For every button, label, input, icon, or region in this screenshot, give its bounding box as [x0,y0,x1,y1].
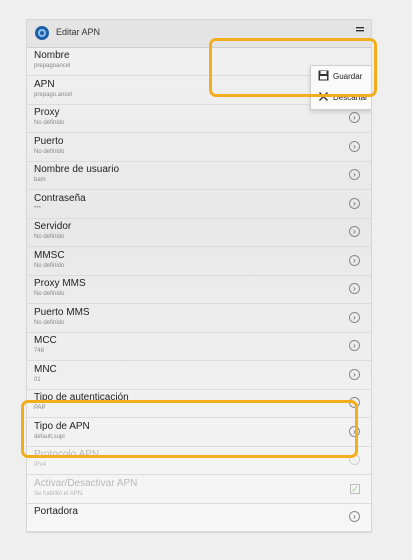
setting-row[interactable]: Puerto No definido › [27,133,371,162]
screen: Editar APN Nombre prepagoancel APN prepago.… [26,19,372,533]
setting-row[interactable]: MCC 748 › [27,332,371,361]
chevron-right-icon[interactable]: › [349,226,360,237]
setting-value: No definido [34,319,65,326]
page-title: Editar APN [56,27,101,37]
device-frame: Editar APN Nombre prepagoancel APN prepago.… [0,0,412,560]
menu-item-label: Guardar [333,72,363,81]
chevron-right-icon[interactable]: › [349,368,360,380]
setting-label: Puerto MMS [34,306,90,318]
overflow-menu: Guardar Descartar [310,65,371,110]
checkbox: ✓ [350,483,360,494]
setting-value: 01 [34,376,41,383]
setting-value: 748 [34,348,45,354]
setting-label: MMSC [34,249,65,261]
setting-value: No definido [34,262,65,269]
setting-label: Puerto [34,135,64,147]
setting-value: No definido [34,148,65,155]
chevron-right-icon[interactable]: › [349,311,360,323]
menu-icon[interactable] [353,25,367,39]
setting-label: MNC [34,363,57,375]
setting-label: Proxy MMS [34,278,86,289]
setting-row[interactable]: MMSC No definido › [27,247,371,276]
setting-row[interactable]: MNC 01 › [27,361,371,390]
action-bar: Editar APN [27,20,371,48]
setting-value: default,supl [34,433,65,440]
setting-label: APN [34,78,55,90]
setting-value: IPv4 [34,462,47,468]
setting-value: *** [34,205,42,212]
chevron-right-icon[interactable]: › [349,425,360,437]
setting-row[interactable]: Tipo de APN default,supl › [27,418,371,447]
chevron-right-icon: › [349,454,360,465]
setting-value: prepago.ancel [34,91,73,98]
setting-row[interactable]: Nombre de usuario bam › [27,161,371,190]
setting-row: Protocolo APN IPv4 › [27,446,371,475]
chevron-right-icon[interactable]: › [349,112,360,123]
chevron-right-icon[interactable]: › [349,140,360,152]
setting-label: Contraseña [34,192,86,204]
chevron-right-icon[interactable]: › [349,511,360,522]
menu-item-guardar[interactable]: Guardar [311,66,371,87]
setting-row[interactable]: Puerto MMS No definido › [27,304,371,333]
setting-value: PAP [34,405,46,411]
close-icon [318,91,329,102]
setting-value: No definido [34,120,65,126]
setting-label: Protocolo APN [34,449,100,460]
setting-label: Nombre de usuario [34,164,120,175]
setting-value: bam [34,177,46,183]
chevron-right-icon[interactable]: › [349,197,360,209]
setting-value: prepagoancel [34,63,71,69]
chevron-right-icon[interactable]: › [349,283,360,294]
setting-row[interactable]: Contraseña *** › [27,190,371,219]
chevron-right-icon[interactable]: › [349,254,360,266]
setting-label: MCC [34,335,57,346]
setting-row[interactable]: Proxy MMS No definido › [27,275,371,304]
setting-label: Nombre [34,50,70,61]
menu-item-label: Descartar [333,93,368,102]
setting-value: Se habilitó el APN. [34,490,84,497]
setting-label: Activar/Desactivar APN [34,477,138,489]
setting-row[interactable]: Portadora › [27,503,371,532]
setting-label: Proxy [34,107,60,118]
setting-row[interactable]: Servidor No definido › [27,218,371,247]
chevron-right-icon[interactable]: › [349,169,360,180]
setting-value: No definido [34,234,65,240]
chevron-right-icon[interactable]: › [349,397,360,408]
chevron-right-icon[interactable]: › [349,340,360,351]
setting-label: Tipo de autenticación [34,392,129,403]
setting-value: No definido [34,291,65,297]
settings-gear-icon[interactable] [34,25,50,41]
setting-label: Servidor [34,221,72,232]
setting-label: Portadora [34,506,78,517]
setting-row[interactable]: Tipo de autenticación PAP › [27,389,371,418]
setting-row: Activar/Desactivar APN Se habilitó el APN… [27,475,371,504]
setting-label: Tipo de APN [34,420,90,432]
menu-item-descartar[interactable]: Descartar [311,87,371,108]
save-icon [318,70,329,81]
